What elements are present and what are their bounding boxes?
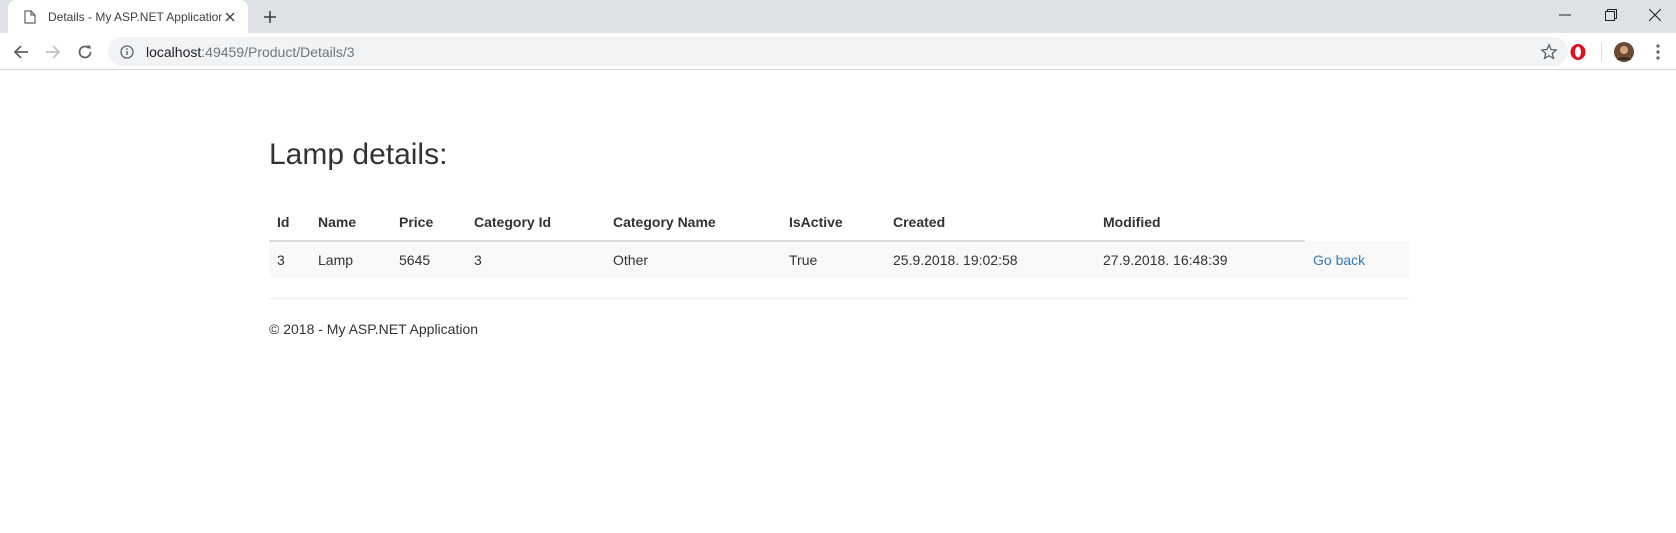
page-title: Lamp details: — [269, 138, 448, 171]
url-host: localhost — [146, 43, 202, 60]
cell-category-name: Other — [605, 241, 781, 278]
close-window-icon[interactable] — [1632, 0, 1676, 30]
close-tab-icon[interactable] — [222, 9, 238, 25]
cell-name: Lamp — [310, 241, 391, 278]
cell-created: 25.9.2018. 19:02:58 — [885, 241, 1095, 278]
opera-extension-icon[interactable] — [1568, 42, 1588, 62]
details-table: Id Name Price Category Id Category Name … — [269, 204, 1410, 278]
profile-avatar[interactable] — [1614, 42, 1634, 62]
column-header: Category Name — [605, 204, 781, 242]
column-header: Name — [310, 204, 391, 242]
column-header: Created — [885, 204, 1095, 242]
footer-divider — [269, 298, 1410, 299]
cell-modified: 27.9.2018. 16:48:39 — [1095, 241, 1305, 278]
toolbar-divider — [1601, 43, 1602, 61]
tab-title: Details - My ASP.NET Application — [48, 9, 222, 24]
reload-icon[interactable] — [72, 39, 98, 65]
browser-toolbar: localhost:49459/Product/Details/3 — [0, 33, 1676, 70]
info-icon[interactable] — [118, 43, 136, 61]
tab-strip: Details - My ASP.NET Application — [0, 0, 1676, 33]
page-footer: © 2018 - My ASP.NET Application — [269, 321, 479, 337]
go-back-link[interactable]: Go back — [1313, 252, 1365, 268]
menu-kebab-icon[interactable] — [1648, 42, 1668, 62]
bookmark-star-icon[interactable] — [1540, 43, 1558, 61]
column-header-empty — [1305, 204, 1410, 241]
back-arrow-icon[interactable] — [8, 39, 34, 65]
forward-arrow-icon[interactable] — [40, 39, 66, 65]
new-tab-icon[interactable] — [258, 6, 282, 28]
document-icon — [22, 9, 38, 25]
column-header: Modified — [1095, 204, 1305, 242]
restore-icon[interactable] — [1588, 0, 1634, 30]
column-header: Category Id — [466, 204, 605, 242]
cell-id: 3 — [269, 241, 310, 278]
browser-tab[interactable]: Details - My ASP.NET Application — [8, 0, 248, 33]
cell-action: Go back — [1305, 241, 1410, 278]
table-row: 3 Lamp 5645 3 Other True 25.9.2018. 19:0… — [269, 241, 1410, 278]
minimize-icon[interactable] — [1542, 0, 1588, 30]
cell-is-active: True — [781, 241, 885, 278]
cell-category-id: 3 — [466, 241, 605, 278]
column-header: Id — [269, 204, 310, 242]
column-header: IsActive — [781, 204, 885, 242]
table-header-row: Id Name Price Category Id Category Name … — [269, 204, 1410, 242]
url-path: :49459/Product/Details/3 — [201, 43, 355, 60]
address-bar[interactable]: localhost:49459/Product/Details/3 — [108, 37, 1568, 66]
cell-price: 5645 — [391, 241, 466, 278]
column-header: Price — [391, 204, 466, 242]
